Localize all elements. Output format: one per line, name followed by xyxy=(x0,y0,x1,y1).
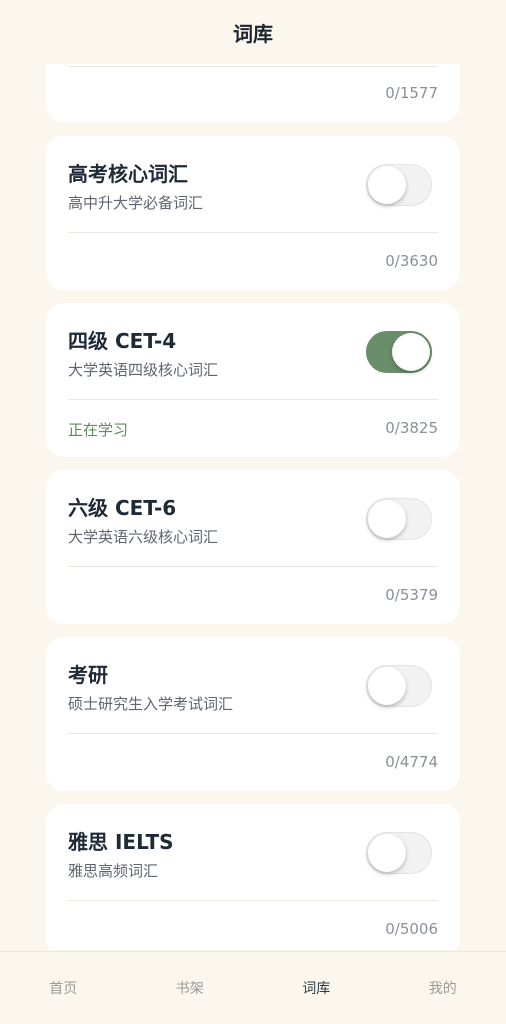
toggle-knob xyxy=(368,667,406,705)
wordbook-card-cet4[interactable]: 四级 CET-4 大学英语四级核心词汇 正在学习 0/3825 xyxy=(46,303,460,457)
card-progress-count: 0/5006 xyxy=(385,920,438,938)
enable-toggle[interactable] xyxy=(366,164,432,206)
card-title: 考研 xyxy=(68,663,108,687)
wordbook-list[interactable]: 0/1577 高考核心词汇 高中升大学必备词汇 0/3630 四级 CET-4 … xyxy=(0,0,506,950)
card-divider xyxy=(68,399,438,400)
wordbook-card-gaokao[interactable]: 高考核心词汇 高中升大学必备词汇 0/3630 xyxy=(46,136,460,290)
card-title: 四级 CET-4 xyxy=(68,329,177,353)
enable-toggle[interactable] xyxy=(366,331,432,373)
card-status: 正在学习 xyxy=(68,421,129,439)
card-title: 六级 CET-6 xyxy=(68,496,177,520)
enable-toggle[interactable] xyxy=(366,665,432,707)
toggle-knob xyxy=(368,166,406,204)
enable-toggle[interactable] xyxy=(366,832,432,874)
card-progress-count: 0/4774 xyxy=(385,753,438,771)
bottom-tab-bar: 首页 书架 词库 我的 xyxy=(0,951,506,1024)
card-title: 雅思 IELTS xyxy=(68,830,174,854)
card-progress-count: 0/1577 xyxy=(385,84,438,102)
tab-bookshelf[interactable]: 书架 xyxy=(127,952,254,1024)
tab-wordbook[interactable]: 词库 xyxy=(253,952,380,1024)
card-progress-count: 0/3630 xyxy=(385,252,438,270)
toggle-knob xyxy=(368,500,406,538)
card-subtitle: 大学英语四级核心词汇 xyxy=(68,361,219,379)
wordbook-card-ielts[interactable]: 雅思 IELTS 雅思高频词汇 0/5006 xyxy=(46,804,460,950)
card-subtitle: 高中升大学必备词汇 xyxy=(68,194,204,212)
toggle-knob xyxy=(368,834,406,872)
tab-home[interactable]: 首页 xyxy=(0,952,127,1024)
card-divider xyxy=(68,232,438,233)
card-title: 高考核心词汇 xyxy=(68,162,188,186)
page-header: 词库 xyxy=(0,0,506,64)
toggle-knob xyxy=(392,333,430,371)
tab-profile[interactable]: 我的 xyxy=(380,952,506,1024)
card-divider xyxy=(68,66,438,67)
card-subtitle: 大学英语六级核心词汇 xyxy=(68,528,219,546)
card-subtitle: 雅思高频词汇 xyxy=(68,862,159,880)
enable-toggle[interactable] xyxy=(366,498,432,540)
card-progress-count: 0/5379 xyxy=(385,586,438,604)
wordbook-card-cet6[interactable]: 六级 CET-6 大学英语六级核心词汇 0/5379 xyxy=(46,470,460,624)
wordbook-card-kaoyan[interactable]: 考研 硕士研究生入学考试词汇 0/4774 xyxy=(46,637,460,791)
card-progress-count: 0/3825 xyxy=(385,419,438,437)
card-subtitle: 硕士研究生入学考试词汇 xyxy=(68,695,234,713)
card-divider xyxy=(68,900,438,901)
page-title: 词库 xyxy=(233,21,273,46)
card-divider xyxy=(68,566,438,567)
card-divider xyxy=(68,733,438,734)
